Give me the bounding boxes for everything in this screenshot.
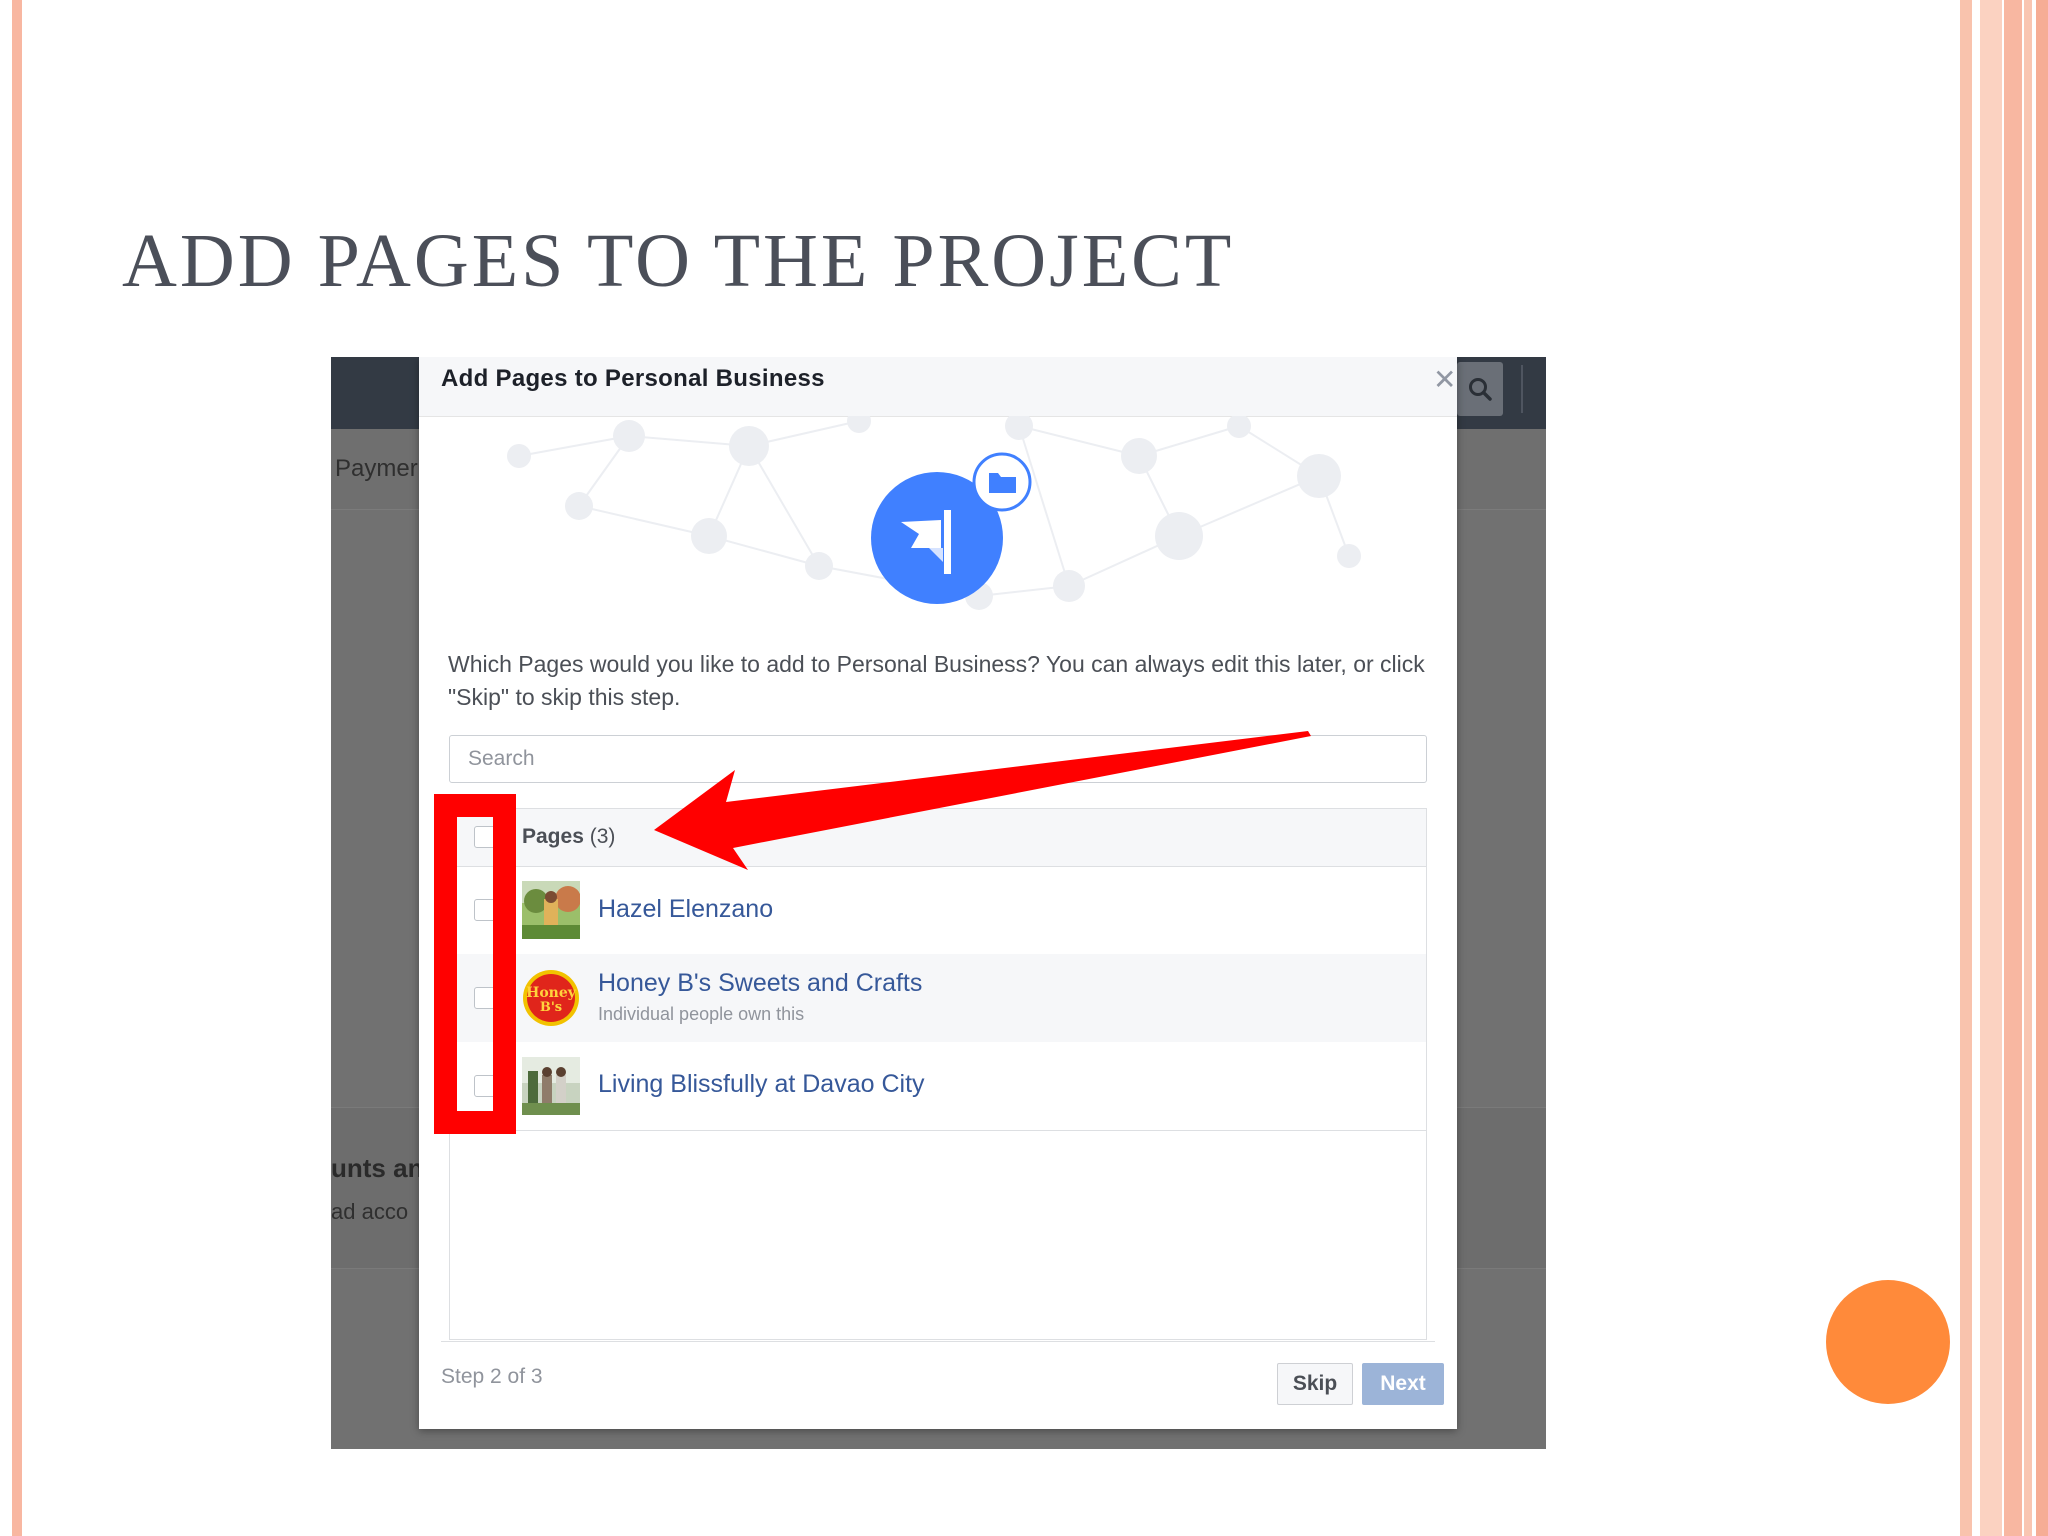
list-item[interactable]: Living Blissfully at Davao City (450, 1042, 1426, 1131)
search-input[interactable] (449, 735, 1427, 783)
slide-right-border (2036, 0, 2048, 1536)
page-avatar (522, 1057, 580, 1115)
slide-right-border (2004, 0, 2022, 1536)
slide-left-border (12, 0, 22, 1536)
top-bar-divider (1521, 365, 1523, 413)
next-button[interactable]: Next (1362, 1363, 1444, 1405)
pages-list-header: Pages (3) (450, 809, 1426, 867)
background-tab-label: Paymer (335, 455, 418, 482)
pages-list: Pages (3) Hazel Elenzano Honey B's Honey… (449, 808, 1427, 1340)
page-name[interactable]: Living Blissfully at Davao City (598, 1070, 925, 1099)
page-name[interactable]: Honey B's Sweets and Crafts (598, 969, 922, 998)
svg-text:B's: B's (540, 1000, 562, 1015)
footer-divider (441, 1341, 1435, 1342)
svg-text:Honey: Honey (526, 985, 577, 1001)
page-avatar: Honey B's (522, 969, 580, 1027)
slide-right-border (1960, 0, 1972, 1536)
folder-icon (972, 452, 1032, 512)
step-indicator: Step 2 of 3 (441, 1365, 543, 1388)
annotation-highlight-box (434, 794, 516, 1134)
slide-right-border (2024, 0, 2032, 1536)
background-section-heading: unts an (331, 1153, 424, 1183)
close-icon[interactable]: ✕ (1433, 363, 1456, 396)
slide-title: ADD PAGES TO THE PROJECT (122, 219, 1235, 303)
page-ownership-note: Individual people own this (598, 1004, 805, 1024)
search-icon[interactable] (1457, 362, 1503, 416)
skip-button[interactable]: Skip (1277, 1363, 1353, 1405)
decorative-circle (1826, 1280, 1950, 1404)
page-avatar (522, 881, 580, 939)
dialog-hero (419, 416, 1457, 616)
pages-count: (3) (589, 825, 616, 848)
add-pages-dialog: Add Pages to Personal Business ✕ Which P… (419, 357, 1457, 1429)
dialog-prompt: Which Pages would you like to add to Per… (448, 651, 1425, 710)
dialog-title: Add Pages to Personal Business (441, 365, 825, 392)
pages-list-header-label: Pages (3) (522, 825, 616, 848)
slide-right-border (1980, 0, 2002, 1536)
list-item[interactable]: Honey B's Honey B's Sweets and Crafts In… (450, 954, 1426, 1042)
network-illustration (507, 416, 1361, 610)
page-name[interactable]: Hazel Elenzano (598, 895, 773, 924)
background-section-text: ad acco (331, 1199, 409, 1224)
dialog-header: Add Pages to Personal Business ✕ (419, 357, 1457, 417)
list-item[interactable]: Hazel Elenzano (450, 867, 1426, 954)
